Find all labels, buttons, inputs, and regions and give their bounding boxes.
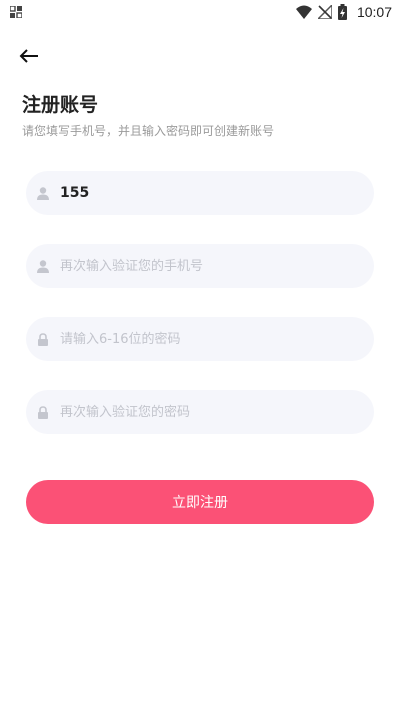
battery-charging-icon — [337, 4, 347, 20]
user-icon — [37, 186, 49, 200]
user-icon — [37, 259, 49, 273]
page-title: 注册账号 — [22, 94, 99, 116]
phone-input[interactable] — [60, 178, 350, 208]
phone-confirm-input[interactable] — [60, 251, 350, 281]
password-input[interactable] — [60, 324, 350, 354]
lock-icon — [37, 332, 49, 346]
password-confirm-field[interactable] — [26, 390, 374, 434]
status-bar: 10:07 — [0, 0, 400, 24]
register-button[interactable]: 立即注册 — [26, 480, 374, 524]
back-button[interactable] — [16, 44, 44, 68]
password-field[interactable] — [26, 317, 374, 361]
phone-confirm-field[interactable] — [26, 244, 374, 288]
lock-icon — [37, 405, 49, 419]
no-signal-icon — [317, 5, 332, 19]
qr-grid-icon — [10, 6, 22, 18]
status-time: 10:07 — [356, 4, 392, 20]
arrow-left-icon — [19, 49, 38, 63]
phone-field[interactable] — [26, 171, 374, 215]
page-subtitle: 请您填写手机号，并且输入密码即可创建新账号 — [22, 124, 275, 138]
wifi-icon — [295, 5, 312, 19]
password-confirm-input[interactable] — [60, 397, 350, 427]
